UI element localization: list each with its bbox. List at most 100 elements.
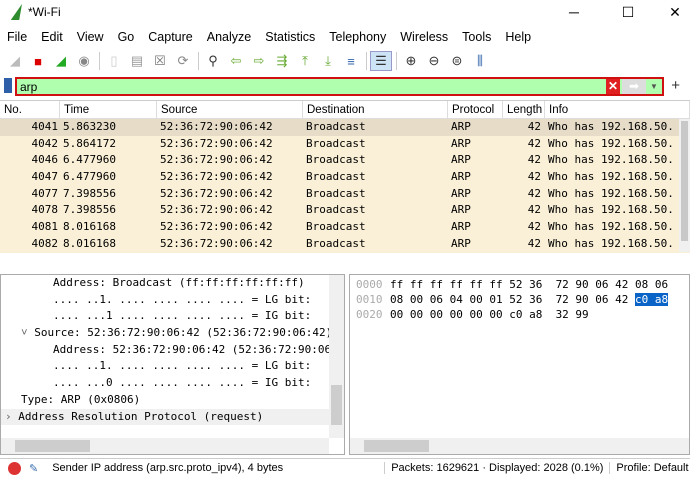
menu-go[interactable]: Go [111, 27, 142, 47]
expand-arrow-icon[interactable]: › [5, 410, 18, 423]
last-icon[interactable]: ⤓ [317, 51, 339, 71]
packet-cell: Who has 192.168.50. [548, 153, 674, 167]
detail-line[interactable]: ˅ Source: 52:36:72:90:06:42 (52:36:72:90… [1, 325, 329, 342]
packet-cell: 52:36:72:90:06:42 [160, 170, 273, 184]
find-icon[interactable]: ⚲ [202, 51, 224, 71]
display-filter-field[interactable]: ✕ ➡ ▼ [15, 77, 664, 96]
detail-line[interactable]: › Address Resolution Protocol (request) [1, 408, 329, 426]
packet-cell: 5.863230 [63, 120, 116, 133]
detail-line[interactable]: Type: ARP (0x0806) [1, 392, 329, 409]
packet-cell: 42 [527, 170, 541, 184]
zoom-out-icon[interactable]: ⊖ [423, 51, 445, 71]
packet-row[interactable]: 4078 7.398556 52:36:72:90:06:42 Broadcast AR… [0, 202, 690, 220]
menu-telephony[interactable]: Telephony [322, 27, 393, 47]
menu-analyze[interactable]: Analyze [200, 27, 258, 47]
detail-text: Type: ARP (0x0806) [21, 392, 141, 406]
comment-icon[interactable]: ✎ [29, 462, 38, 475]
colorize-icon[interactable]: ☰ [370, 51, 392, 71]
open-icon[interactable]: ▯ [103, 51, 125, 71]
zoom-reset-icon[interactable]: ⊜ [446, 51, 468, 71]
detail-text: Address: Broadcast (ff:ff:ff:ff:ff:ff) [53, 276, 305, 289]
expert-info-icon[interactable] [8, 461, 21, 475]
goto-icon[interactable]: ⇶ [271, 51, 293, 71]
forward-icon[interactable]: ⇨ [248, 51, 270, 71]
menu-help[interactable]: Help [498, 27, 538, 47]
details-vscrollbar[interactable] [329, 275, 344, 438]
detail-line[interactable]: .... ...1 .... .... .... .... = IG bit: [1, 308, 329, 325]
packet-row[interactable]: 4081 8.016168 52:36:72:90:06:42 Broadcast AR… [0, 219, 690, 236]
detail-line[interactable]: .... ...0 .... .... .... .... = IG bit: [1, 375, 329, 392]
packet-row[interactable]: 4077 7.398556 52:36:72:90:06:42 Broadcast AR… [0, 185, 690, 203]
clear-filter-icon[interactable]: ✕ [606, 79, 620, 94]
menu-capture[interactable]: Capture [141, 27, 199, 47]
packet-cell: 4078 [31, 203, 59, 217]
packet-cell: Who has 192.168.50. [548, 220, 674, 234]
close-icon[interactable]: ☒ [149, 51, 171, 71]
resize-columns-icon[interactable]: ⫼ [469, 51, 491, 71]
apply-filter-arrow-icon[interactable]: ➡ [622, 79, 646, 94]
packet-row[interactable]: 4046 6.477960 52:36:72:90:06:42 Broadcast AR… [0, 152, 690, 170]
filter-dropdown-icon[interactable]: ▼ [648, 79, 660, 94]
column-header-info[interactable]: Info [545, 101, 690, 118]
minimize-button[interactable]: ─ [551, 0, 597, 24]
bytes-line[interactable]: 0020 00 00 00 00 00 00 c0 a8 32 99 [350, 307, 689, 322]
status-profile[interactable]: Profile: Default [609, 462, 689, 474]
packet-cell: Broadcast [306, 153, 366, 167]
menu-file[interactable]: File [0, 27, 34, 47]
options-icon[interactable]: ◉ [73, 51, 95, 71]
bytes-line[interactable]: 0000 ff ff ff ff ff ff 52 36 72 90 06 42 … [350, 277, 689, 292]
shark-fin-icon[interactable]: ◢ [4, 51, 26, 71]
close-window-button[interactable]: ✕ [652, 0, 690, 24]
bytes-line[interactable]: 0010 08 00 06 04 00 01 52 36 72 90 06 42 … [350, 292, 689, 307]
packet-row[interactable]: 4042 5.864172 52:36:72:90:06:42 Broadcast AR… [0, 135, 690, 153]
menu-edit[interactable]: Edit [34, 27, 70, 47]
packet-cell: 52:36:72:90:06:42 [160, 136, 273, 150]
menu-view[interactable]: View [70, 27, 111, 47]
filter-input[interactable] [17, 79, 597, 94]
detail-line[interactable]: Address: Broadcast (ff:ff:ff:ff:ff:ff) [1, 275, 329, 292]
packet-list-scrollbar[interactable] [679, 119, 690, 252]
reload-icon[interactable]: ⟳ [172, 51, 194, 71]
detail-line[interactable]: .... ..1. .... .... .... .... = LG bit: [1, 358, 329, 375]
restart-icon[interactable]: ◢ [50, 51, 72, 71]
column-header-source[interactable]: Source [157, 101, 303, 118]
packet-row[interactable]: 4047 6.477960 52:36:72:90:06:42 Broadcast AR… [0, 169, 690, 186]
menu-wireless[interactable]: Wireless [393, 27, 455, 47]
menu-statistics[interactable]: Statistics [258, 27, 322, 47]
packet-list-header: No. Time Source Destination Protocol Length In… [0, 101, 690, 119]
packet-cell: 4081 [31, 220, 59, 234]
bytes-hscrollbar[interactable] [350, 438, 689, 454]
detail-text: .... ...1 .... .... .... .... = IG bit: [53, 309, 312, 323]
add-filter-button-icon[interactable]: + [671, 77, 680, 94]
packet-cell: Who has 192.168.50. [548, 236, 674, 250]
expand-arrow-icon[interactable]: ˅ [21, 326, 34, 339]
column-header-protocol[interactable]: Protocol [448, 101, 503, 118]
first-icon[interactable]: ⤒ [294, 51, 316, 71]
packet-cell: 52:36:72:90:06:42 [160, 153, 273, 167]
column-header-time[interactable]: Time [60, 101, 157, 118]
bookmark-icon[interactable] [4, 78, 12, 93]
menu-tools[interactable]: Tools [455, 27, 498, 47]
packet-row[interactable]: 4041 5.863230 52:36:72:90:06:42 Broadcast AR… [0, 119, 690, 136]
back-icon[interactable]: ⇦ [225, 51, 247, 71]
packet-cell: 42 [527, 153, 541, 167]
packet-row[interactable]: 4082 8.016168 52:36:72:90:06:42 Broadcast AR… [0, 235, 690, 253]
toolbar-separator [396, 52, 397, 70]
maximize-button[interactable]: ☐ [605, 0, 651, 24]
column-header-no[interactable]: No. [0, 101, 60, 118]
save-icon[interactable]: ▤ [126, 51, 148, 71]
packet-bytes-pane: 0000 ff ff ff ff ff ff 52 36 72 90 06 42 … [349, 274, 690, 455]
detail-line[interactable]: .... ..1. .... .... .... .... = LG bit: [1, 292, 329, 309]
stop-icon[interactable]: ■ [27, 51, 49, 71]
detail-line[interactable]: Address: 52:36:72:90:06:42 (52:36:72:90:… [1, 342, 329, 359]
detail-text: .... ..1. .... .... .... .... = LG bit: [53, 292, 312, 306]
zoom-in-icon[interactable]: ⊕ [400, 51, 422, 71]
column-header-length[interactable]: Length [503, 101, 545, 118]
packet-list: No. Time Source Destination Protocol Length In… [0, 100, 690, 270]
column-header-destination[interactable]: Destination [303, 101, 448, 118]
window-title: *Wi-Fi [28, 5, 61, 19]
packet-cell: 4046 [31, 153, 59, 167]
details-hscrollbar[interactable] [1, 438, 329, 454]
packet-cell: 6.477960 [63, 170, 116, 184]
autoscroll-icon[interactable]: ≡ [340, 51, 362, 71]
